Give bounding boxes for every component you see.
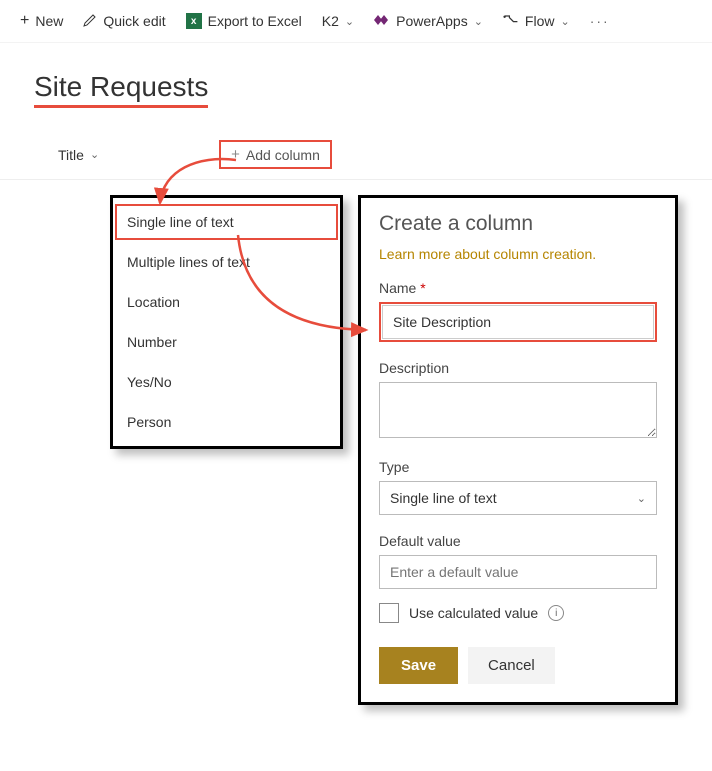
panel-title: Create a column <box>379 212 657 236</box>
flow-icon <box>503 13 519 30</box>
add-column-button[interactable]: + Add column <box>219 140 332 169</box>
chevron-down-icon: ⌄ <box>560 15 569 28</box>
pencil-icon <box>83 13 97 30</box>
column-type-menu: Single line of text Multiple lines of te… <box>110 195 343 449</box>
type-select[interactable]: Single line of text ⌄ <box>379 481 657 515</box>
name-input-highlight <box>379 302 657 342</box>
name-input[interactable] <box>382 305 654 339</box>
type-multi-line[interactable]: Multiple lines of text <box>113 242 340 282</box>
description-label: Description <box>379 360 657 376</box>
calculated-value-row: Use calculated value i <box>379 603 657 623</box>
chevron-down-icon: ⌄ <box>637 492 646 505</box>
save-button[interactable]: Save <box>379 647 458 684</box>
chevron-down-icon: ⌄ <box>345 15 354 28</box>
powerapps-menu[interactable]: PowerApps ⌄ <box>366 9 491 34</box>
description-input[interactable] <box>379 382 657 438</box>
calculated-value-label: Use calculated value <box>409 605 538 621</box>
chevron-down-icon: ⌄ <box>90 148 99 161</box>
excel-icon: x <box>186 13 202 29</box>
calculated-value-checkbox[interactable] <box>379 603 399 623</box>
powerapps-label: PowerApps <box>396 13 468 29</box>
name-label: Name * <box>379 280 657 296</box>
required-asterisk: * <box>420 280 425 296</box>
type-select-value: Single line of text <box>390 490 497 506</box>
type-number[interactable]: Number <box>113 322 340 362</box>
title-column-label: Title <box>58 147 84 163</box>
type-yesno[interactable]: Yes/No <box>113 362 340 402</box>
cancel-button[interactable]: Cancel <box>468 647 555 684</box>
type-person[interactable]: Person <box>113 402 340 442</box>
k2-label: K2 <box>322 13 339 29</box>
powerapps-icon <box>374 13 390 30</box>
new-label: New <box>35 13 63 29</box>
flow-label: Flow <box>525 13 555 29</box>
create-column-panel: Create a column Learn more about column … <box>358 195 678 705</box>
page-title: Site Requests <box>34 71 208 108</box>
learn-more-link[interactable]: Learn more about column creation. <box>379 246 657 262</box>
new-button[interactable]: + New <box>12 8 71 34</box>
add-column-label: Add column <box>246 147 320 163</box>
export-excel-label: Export to Excel <box>208 13 302 29</box>
chevron-down-icon: ⌄ <box>474 15 483 28</box>
flow-menu[interactable]: Flow ⌄ <box>495 9 578 34</box>
quick-edit-button[interactable]: Quick edit <box>75 9 173 34</box>
more-actions-button[interactable]: ··· <box>582 9 618 33</box>
k2-menu[interactable]: K2 ⌄ <box>314 9 362 33</box>
plus-icon: + <box>20 12 29 30</box>
default-value-input[interactable] <box>379 555 657 589</box>
command-bar: + New Quick edit x Export to Excel K2 ⌄ … <box>0 0 712 43</box>
info-icon[interactable]: i <box>548 605 564 621</box>
plus-icon: + <box>231 146 240 163</box>
default-value-label: Default value <box>379 533 657 549</box>
export-excel-button[interactable]: x Export to Excel <box>178 9 310 33</box>
list-header: Title ⌄ + Add column <box>0 140 712 180</box>
type-label: Type <box>379 459 657 475</box>
type-location[interactable]: Location <box>113 282 340 322</box>
type-single-line[interactable]: Single line of text <box>113 202 340 242</box>
panel-actions: Save Cancel <box>379 647 657 684</box>
column-header-title[interactable]: Title ⌄ <box>58 147 99 163</box>
quick-edit-label: Quick edit <box>103 13 165 29</box>
